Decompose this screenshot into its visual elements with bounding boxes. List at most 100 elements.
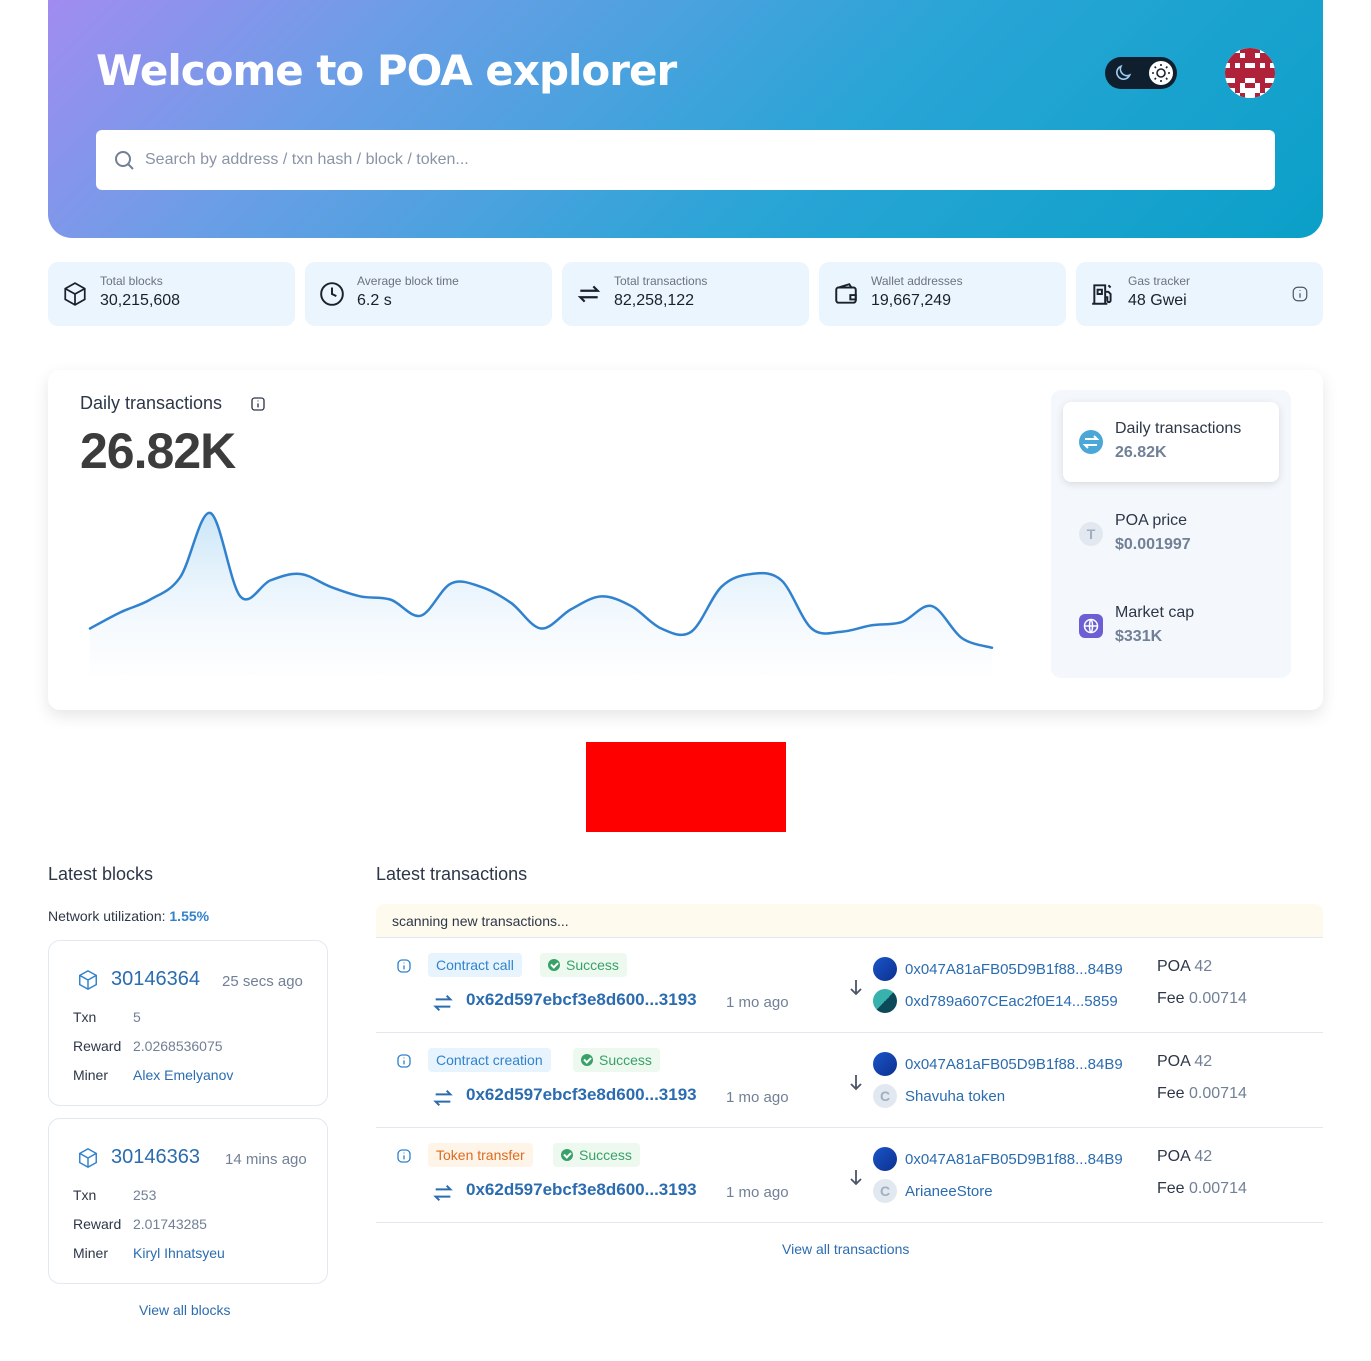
stat-total-blocks: Total blocks 30,215,608 [48, 262, 295, 326]
block-txn-row: Txn 253 [73, 1187, 156, 1203]
stat-value: 6.2 s [357, 292, 392, 309]
cube-icon [79, 969, 97, 991]
from-address-link[interactable]: 0x047A81aFB05D9B1f88...84B9 [905, 1056, 1123, 1073]
arrow-down-icon [850, 980, 862, 996]
from-address-link[interactable]: 0x047A81aFB05D9B1f88...84B9 [905, 961, 1123, 978]
ad-banner[interactable] [586, 742, 786, 832]
tx-value: POA 42 [1157, 1148, 1212, 1166]
tx-fee: Fee 0.00714 [1157, 1085, 1247, 1103]
metric-label: Market cap [1115, 604, 1195, 621]
daily-transactions-chart-card: Daily transactions 26.82K Daily transact… [48, 370, 1323, 710]
page-title: Welcome to POA explorer [96, 46, 677, 95]
stat-wallet-addresses: Wallet addresses 19,667,249 [819, 262, 1066, 326]
chart-area [90, 512, 992, 675]
transfer-icon [433, 994, 453, 1012]
stat-label: Total blocks [100, 274, 163, 288]
search-icon [115, 151, 134, 170]
fee-label: Fee [1157, 1085, 1185, 1102]
clock-icon [320, 282, 344, 306]
scanning-text: scanning new transactions... [392, 913, 569, 929]
info-icon[interactable] [250, 396, 266, 412]
tx-hash-link[interactable]: 0x62d597ebcf3e8d600...3193 [466, 990, 697, 1010]
info-icon[interactable] [396, 958, 412, 974]
view-all-transactions-link[interactable]: View all transactions [782, 1241, 909, 1257]
transfer-icon [433, 1089, 453, 1107]
tx-hash-link[interactable]: 0x62d597ebcf3e8d600...3193 [466, 1085, 697, 1105]
metric-label: Daily transactions [1115, 420, 1242, 437]
transaction-row: Token transfer Success 0x62d597ebcf3e8d6… [376, 1128, 1323, 1223]
stat-avg-block-time: Average block time 6.2 s [305, 262, 552, 326]
latest-transactions-title: Latest transactions [376, 864, 528, 884]
from-address-link[interactable]: 0x047A81aFB05D9B1f88...84B9 [905, 1151, 1123, 1168]
token-avatar: C [873, 1084, 897, 1108]
block-number-link[interactable]: 30146364 [111, 968, 200, 991]
row-label: Reward [73, 1216, 122, 1232]
row-label: Miner [73, 1245, 109, 1261]
tx-value: POA 42 [1157, 958, 1212, 976]
metric-poa-price[interactable]: T POA price $0.001997 [1063, 494, 1279, 574]
row-label: Miner [73, 1067, 109, 1083]
to-address-link[interactable]: 0xd789a607CEac2f0E14...5859 [905, 993, 1118, 1010]
globe-icon [1079, 614, 1103, 638]
daily-transactions-chart [88, 511, 994, 675]
tx-status-tag: Success [553, 1143, 640, 1167]
to-token-link[interactable]: ArianeeStore [905, 1183, 993, 1200]
theme-toggle[interactable] [1105, 57, 1177, 89]
stat-label: Gas tracker [1128, 274, 1191, 288]
metric-value: $331K [1115, 628, 1163, 645]
info-icon[interactable] [396, 1148, 412, 1164]
tx-status-tag: Success [540, 953, 627, 977]
stat-value: 48 Gwei [1128, 292, 1187, 309]
search-input[interactable] [145, 130, 1245, 190]
miner-link[interactable]: Kiryl Ihnatsyeu [133, 1245, 225, 1261]
transfer-icon [433, 1184, 453, 1202]
tx-hash-link[interactable]: 0x62d597ebcf3e8d600...3193 [466, 1180, 697, 1200]
info-icon[interactable] [1291, 285, 1309, 303]
to-token-link[interactable]: Shavuha token [905, 1088, 1005, 1105]
block-reward-row: Reward 2.0268536075 [73, 1038, 223, 1054]
row-label: Reward [73, 1038, 122, 1054]
latest-blocks-title: Latest blocks [48, 864, 154, 884]
search-bar[interactable] [96, 130, 1275, 190]
fee-label: Fee [1157, 990, 1185, 1007]
row-label: Txn [73, 1009, 97, 1025]
block-number-link[interactable]: 30146363 [111, 1146, 200, 1169]
token-icon: T [1079, 522, 1103, 546]
metric-market-cap[interactable]: Market cap $331K [1063, 586, 1279, 666]
view-all-blocks-link[interactable]: View all blocks [139, 1302, 231, 1318]
stat-total-transactions: Total transactions 82,258,122 [562, 262, 809, 326]
stat-value: 30,215,608 [100, 292, 181, 309]
user-avatar[interactable] [1225, 48, 1275, 98]
row-label: Txn [73, 1187, 97, 1203]
chart-title: Daily transactions [80, 393, 223, 413]
hero-banner: Welcome to POA explorer [48, 0, 1323, 238]
address-avatar [873, 957, 897, 981]
network-utilization-label: Network utilization: [48, 908, 166, 924]
info-icon[interactable] [396, 1053, 412, 1069]
row-value: 5 [133, 1009, 141, 1025]
arrow-down-icon [850, 1075, 862, 1091]
tx-type-tag: Token transfer [428, 1143, 533, 1167]
tx-age: 1 mo ago [726, 1184, 789, 1201]
tx-fee: Fee 0.00714 [1157, 1180, 1247, 1198]
row-value: 253 [133, 1187, 157, 1203]
metric-daily-transactions[interactable]: Daily transactions 26.82K [1063, 402, 1279, 482]
stat-label: Total transactions [614, 274, 708, 288]
cube-icon [64, 282, 86, 306]
transfer-icon [577, 285, 601, 303]
block-txn-row: Txn 5 [73, 1009, 141, 1025]
row-value: 2.0268536075 [133, 1038, 223, 1054]
fee-amount: 0.00714 [1189, 1085, 1247, 1102]
tx-type-tag: Contract creation [428, 1048, 551, 1072]
metric-value: 26.82K [1115, 444, 1167, 461]
tx-value: POA 42 [1157, 1053, 1212, 1071]
wallet-icon [835, 283, 857, 304]
address-avatar [873, 1147, 897, 1171]
metric-label: POA price [1115, 512, 1188, 529]
block-miner-row: Miner Alex Emelyanov [73, 1067, 233, 1083]
token-avatar: C [873, 1179, 897, 1203]
block-miner-row: Miner Kiryl Ihnatsyeu [73, 1245, 225, 1261]
chart-value: 26.82K [80, 423, 236, 479]
tx-fee: Fee 0.00714 [1157, 990, 1247, 1008]
miner-link[interactable]: Alex Emelyanov [133, 1067, 233, 1083]
